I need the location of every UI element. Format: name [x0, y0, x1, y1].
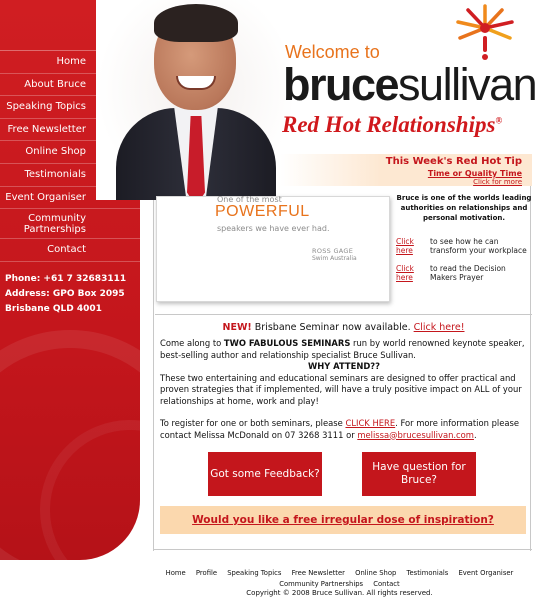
- page: Home About Bruce Speaking Topics Free Ne…: [0, 0, 539, 600]
- footer-divider: [153, 549, 532, 550]
- register-click-here-link[interactable]: CLICK HERE: [345, 418, 395, 428]
- seminar-why-attend: WHY ATTEND??: [307, 361, 381, 371]
- inspiration-signup-link[interactable]: Would you like a free irregular dose of …: [192, 514, 494, 526]
- seminar-intro-bold: TWO FABULOUS SEMINARS: [223, 338, 351, 348]
- inspiration-signup-banner: Would you like a free irregular dose of …: [160, 506, 526, 534]
- contact-address-line1: Address: GPO Box 2095: [5, 289, 125, 299]
- weekly-tip-more-link[interactable]: Click for more: [473, 178, 522, 186]
- footer-link-testimonials[interactable]: Testimonials: [406, 569, 448, 577]
- seminar-click-here-link[interactable]: Click here!: [414, 322, 465, 333]
- contact-phone: Phone: +61 7 32683111: [5, 274, 127, 284]
- click-here-prayer-link[interactable]: Click here: [396, 264, 424, 282]
- footer-nav: Home Profile Speaking Topics Free Newsle…: [140, 568, 539, 590]
- seminar-register: To register for one or both seminars, pl…: [160, 418, 528, 441]
- footer-link-free-newsletter[interactable]: Free Newsletter: [292, 569, 345, 577]
- click-here-workplace-link[interactable]: Click here: [396, 237, 424, 255]
- brand-first-name: bruce: [283, 59, 400, 110]
- click-here-workplace-text: to see how he can transform your workpla…: [430, 237, 527, 255]
- bruce-portrait: [96, 0, 296, 200]
- contact-address-line2: Brisbane QLD 4001: [5, 304, 102, 314]
- seminar-description: Come along to TWO FABULOUS SEMINARS run …: [160, 338, 528, 452]
- footer-link-online-shop[interactable]: Online Shop: [355, 569, 396, 577]
- footer-link-contact[interactable]: Contact: [373, 580, 399, 588]
- contact-details: Phone: +61 7 32683111 Address: GPO Box 2…: [5, 272, 126, 317]
- seminar-headline-text: Brisbane Seminar now available.: [251, 322, 414, 333]
- seminar-body-text: These two entertaining and educational s…: [160, 372, 522, 406]
- footer-link-event-organiser[interactable]: Event Organiser: [458, 569, 513, 577]
- quote-organisation: Swim Australia: [312, 255, 357, 262]
- weekly-tip-box: This Week's Red Hot Tip Time or Quality …: [280, 154, 532, 186]
- footer-link-community-partnerships[interactable]: Community Partnerships: [279, 580, 363, 588]
- click-here-prayer-text: to read the Decision Makers Prayer: [430, 264, 506, 282]
- quote-post-text: speakers we have ever had.: [217, 224, 330, 233]
- email-link[interactable]: melissa@brucesullivan.com: [357, 430, 474, 440]
- brand-logo-text: brucesullivan: [283, 59, 538, 110]
- new-badge: NEW!: [222, 322, 252, 333]
- quote-author: ROSS GAGE: [312, 247, 354, 255]
- nav-item-contact[interactable]: Contact: [0, 239, 140, 262]
- trademark-symbol: ®: [495, 115, 503, 126]
- authority-statement: Bruce is one of the worlds leading autho…: [396, 194, 532, 222]
- footer-link-profile[interactable]: Profile: [196, 569, 217, 577]
- tagline-text: Red Hot Relationships: [282, 112, 496, 137]
- feedback-button[interactable]: Got some Feedback?: [208, 452, 322, 496]
- quote-emphasis: POWERFUL: [215, 203, 310, 220]
- section-divider: [155, 314, 532, 315]
- seminar-intro-pre: Come along to: [160, 338, 224, 348]
- portrait-hair: [154, 4, 238, 42]
- register-pre: To register for one or both seminars, pl…: [160, 418, 346, 428]
- footer-link-home[interactable]: Home: [166, 569, 186, 577]
- tagline: Red Hot Relationships®: [282, 112, 502, 138]
- ask-question-button[interactable]: Have question for Bruce?: [362, 452, 476, 496]
- starburst-logo-icon: [456, 4, 514, 60]
- weekly-tip-title: This Week's Red Hot Tip: [385, 156, 522, 167]
- register-end: .: [473, 429, 477, 440]
- testimonial-quote-panel: One of the most POWERFUL speakers we hav…: [156, 195, 390, 302]
- brand-last-name: sullivan: [398, 59, 538, 110]
- footer-link-speaking-topics[interactable]: Speaking Topics: [227, 569, 281, 577]
- seminar-headline: NEW! Brisbane Seminar now available. Cli…: [155, 322, 532, 333]
- seminar-intro: Come along to TWO FABULOUS SEMINARS run …: [160, 338, 528, 361]
- weekly-tip-topic-link[interactable]: Time or Quality Time: [428, 169, 522, 178]
- nav-item-community-partnerships[interactable]: Community Partnerships: [0, 209, 140, 240]
- copyright-text: Copyright © 2008 Bruce Sullivan. All rig…: [246, 589, 433, 597]
